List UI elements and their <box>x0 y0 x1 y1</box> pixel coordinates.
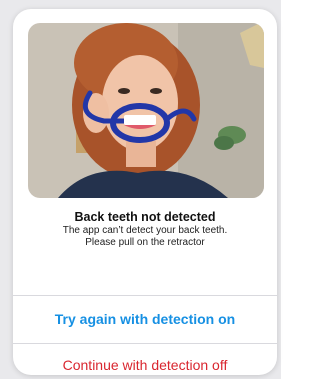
alert-title: Back teeth not detected <box>74 210 216 224</box>
retractor-example-photo <box>28 23 264 198</box>
alert-dialog: Back teeth not detected The app can’t de… <box>13 9 277 375</box>
alert-message: Back teeth not detected The app can’t de… <box>13 210 277 249</box>
try-again-button[interactable]: Try again with detection on <box>13 295 277 343</box>
alert-body-line-1: The app can’t detect your back teeth. <box>62 225 228 236</box>
alert-body-line-2: Please pull on the retractor <box>85 237 205 248</box>
continue-without-detection-button[interactable]: Continue with detection off <box>13 343 277 375</box>
